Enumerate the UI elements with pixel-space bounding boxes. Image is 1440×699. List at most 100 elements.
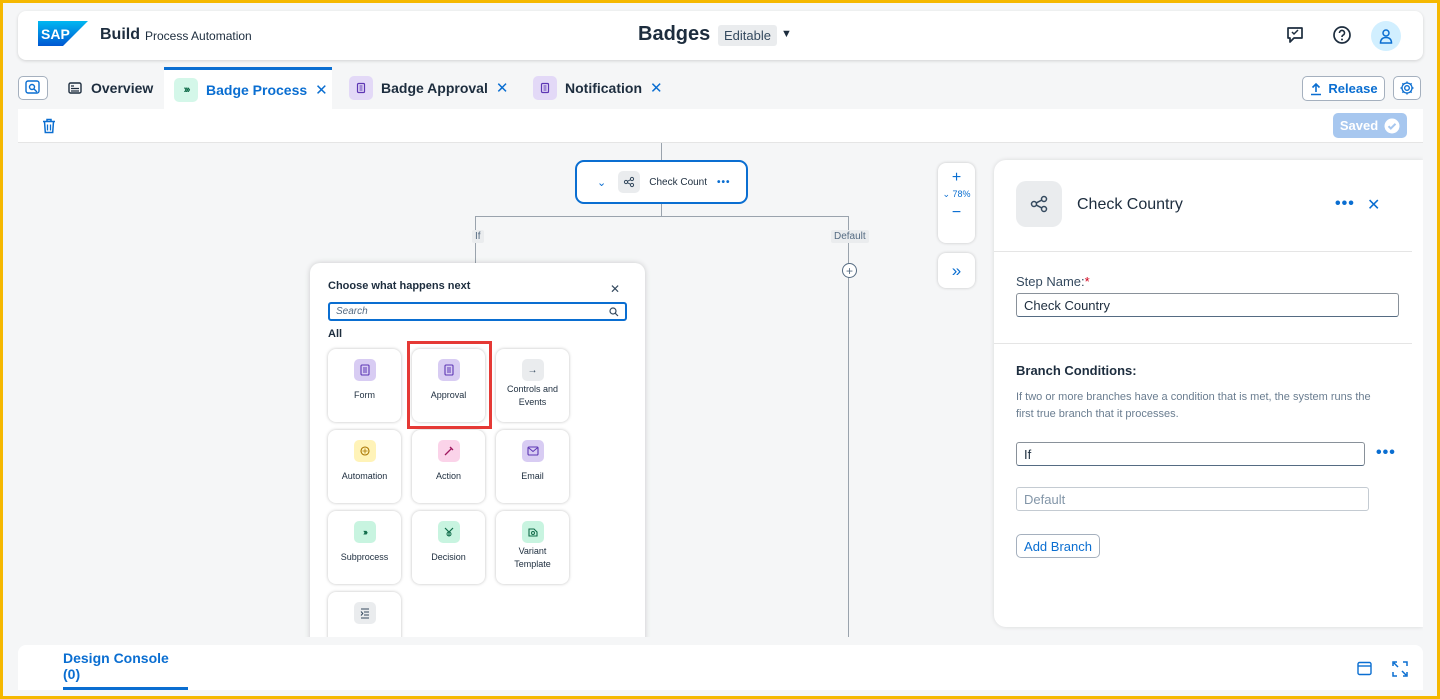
help-icon[interactable] [1331,24,1353,46]
more-icon[interactable]: ••• [717,177,731,188]
branch-default-tag: Default [831,230,869,243]
sap-logo-text: SAP [41,26,70,42]
connector-line [848,216,849,637]
zoom-out-button[interactable]: − [938,204,975,222]
subprocess-icon: ››› [353,521,376,543]
tile-label: Action [435,471,461,481]
tile-label: Subprocess [340,552,389,562]
zoom-in-button[interactable]: + [938,169,975,187]
close-icon[interactable]: ✕ [496,79,509,97]
branch-icon [618,171,641,193]
expand-panel-button[interactable]: » [938,253,975,288]
editor-toolbar: Saved [18,109,1423,143]
email-icon [521,440,544,462]
node-label: Check Count [649,176,708,188]
decision-icon [437,521,460,543]
properties-panel: Check Country ••• ✕ Step Name:* Check Co… [994,160,1423,627]
tile-decision[interactable]: Decision [412,511,485,584]
double-chevron-right-icon: » [951,260,962,280]
saved-label: Saved [1339,118,1379,133]
tile-label: Form [354,390,375,400]
add-branch-button[interactable]: Add Branch [1016,534,1100,558]
step-name-field[interactable]: Check Country [1016,293,1399,317]
release-button[interactable]: Release [1302,76,1385,101]
connector-line [661,143,662,160]
action-icon [437,440,460,462]
close-icon[interactable]: ✕ [650,79,663,97]
branch-if-tag: If [472,230,484,243]
tab-design-console[interactable]: Design Console (0) [63,645,188,690]
form-icon [349,76,373,100]
tile-variant-template[interactable]: Variant Template [496,511,569,584]
divider [994,251,1412,252]
tile-action[interactable]: Action [412,430,485,503]
tile-label: Controls and Events [506,384,559,407]
tab-notification[interactable]: Notification ✕ [533,67,663,109]
add-step-button[interactable]: + [842,263,857,278]
next-step-popover: Choose what happens next ✕ Search All Fo… [310,263,645,637]
popover-title: Choose what happens next [328,280,471,292]
tab-label: Overview [91,80,154,96]
branch-default-field[interactable]: Default [1016,487,1369,511]
variant-template-icon [521,521,544,543]
connector-line [475,216,849,217]
magnifier-page-icon [25,80,40,94]
panel-layout-icon[interactable] [1357,661,1372,676]
saved-button[interactable]: Saved [1333,113,1407,138]
zoom-level[interactable]: ⌄ 78% [938,189,975,200]
tile-email[interactable]: Email [496,430,569,503]
close-icon[interactable]: ✕ [1367,195,1380,215]
project-menu-caret-icon[interactable]: ▼ [781,28,792,40]
tab-overview[interactable]: Overview [63,67,157,109]
feedback-icon[interactable] [1284,24,1306,46]
fullscreen-icon[interactable] [1392,661,1408,677]
branch-conditions-label: Branch Conditions: [1016,363,1137,378]
step-name-label-text: Step Name: [1016,274,1085,289]
checkmark-circle-icon [1384,118,1400,133]
form-icon [353,359,376,381]
chevron-down-icon[interactable]: ⌄ [597,176,606,189]
branch-icon [1016,181,1062,227]
sap-logo: SAP [38,21,88,46]
more-icon[interactable]: ••• [1376,444,1396,462]
process-canvas[interactable]: ⌄ Check Count ••• If Default + + ⌄ 78% −… [18,143,1423,637]
divider [994,343,1412,344]
step-name-label: Step Name:* [1016,274,1090,289]
user-icon [1379,29,1393,44]
list-icon [353,602,376,624]
tile-label: Decision [431,552,466,562]
settings-button[interactable] [1393,76,1421,100]
search-icon [609,306,619,316]
zoom-level-text: 78% [952,189,971,199]
tile-label: Email [521,471,544,481]
search-placeholder: Search [336,306,368,317]
tile-list[interactable] [328,592,401,637]
close-icon[interactable]: ✕ [315,81,328,99]
tile-form[interactable]: Form [328,349,401,422]
search-input[interactable]: Search [328,302,627,321]
branch-conditions-hint: If two or more branches have a condition… [1016,391,1371,420]
tab-label: Badge Approval [381,80,488,96]
tab-badge-approval[interactable]: Badge Approval ✕ [349,67,508,109]
trash-icon[interactable] [42,118,56,134]
more-icon[interactable]: ••• [1335,195,1355,213]
avatar[interactable] [1371,21,1401,51]
required-marker: * [1084,274,1090,289]
tile-subprocess[interactable]: ››› Subprocess [328,511,401,584]
design-console: Design Console (0) [18,645,1423,690]
shell-bar: SAP Build Process Automation Badges Edit… [18,11,1423,60]
section-label: All [328,328,343,340]
tile-controls-and-events[interactable]: → Controls and Events [496,349,569,422]
tile-label: Automation [341,471,388,481]
search-process-button[interactable] [18,76,48,100]
status-badge: Editable [718,25,777,46]
check-count-node[interactable]: ⌄ Check Count ••• [575,160,748,204]
release-label: Release [1328,81,1378,96]
tab-badge-process[interactable]: ››› Badge Process ✕ [164,67,332,109]
branch-if-field[interactable]: If [1016,442,1365,466]
form-icon [533,76,557,100]
tile-automation[interactable]: Automation [328,430,401,503]
project-title: Badges [638,23,711,45]
zoom-controls: + ⌄ 78% − [938,163,975,243]
close-icon[interactable]: ✕ [610,282,620,296]
